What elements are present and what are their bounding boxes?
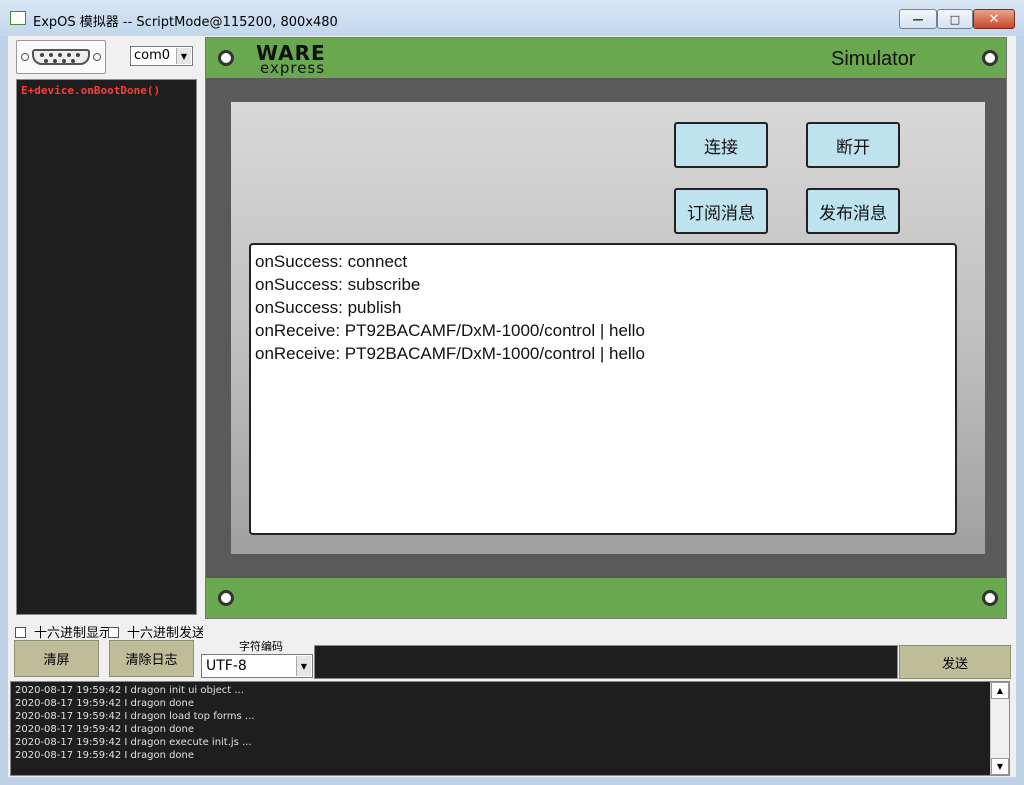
device-screen: 连接 断开 订阅消息 发布消息 onSuccess: connect onSuc… <box>231 102 985 554</box>
connect-button[interactable]: 连接 <box>674 122 768 168</box>
send-button[interactable]: 发送 <box>899 645 1011 679</box>
client-area: com0 ▼ E+device.onBootDone() 十六进制显示 十六进制… <box>8 36 1016 777</box>
publish-button[interactable]: 发布消息 <box>806 188 900 234</box>
message-log-area[interactable]: onSuccess: connect onSuccess: subscribe … <box>249 243 957 535</box>
encoding-value: UTF-8 <box>206 658 247 674</box>
hex-display-checkbox[interactable]: 十六进制显示 <box>15 622 110 640</box>
mount-hole-icon <box>218 590 234 606</box>
simulator-frame: WARE express Simulator 连接 断开 订阅消息 发布消息 o… <box>205 37 1007 619</box>
hex-send-label: 十六进制发送 <box>127 626 203 640</box>
scroll-up-icon[interactable]: ▲ <box>991 682 1009 699</box>
checkbox-box[interactable] <box>15 627 26 638</box>
ware-express-logo: WARE express <box>256 41 326 77</box>
checkbox-box[interactable] <box>108 627 119 638</box>
message-log-line: onSuccess: subscribe <box>255 275 421 294</box>
chevron-down-icon[interactable]: ▼ <box>176 48 191 64</box>
hex-send-checkbox[interactable]: 十六进制发送 <box>108 622 203 640</box>
chevron-down-icon[interactable]: ▼ <box>296 656 311 676</box>
scroll-down-icon[interactable]: ▼ <box>991 758 1009 775</box>
clear-log-button[interactable]: 清除日志 <box>109 640 194 677</box>
subscribe-button[interactable]: 订阅消息 <box>674 188 768 234</box>
message-log-line: onSuccess: connect <box>255 252 408 271</box>
system-log-line: 2020-08-17 19:59:42 I dragon load top fo… <box>15 711 255 722</box>
disconnect-button[interactable]: 断开 <box>806 122 900 168</box>
encoding-select[interactable]: UTF-8 ▼ <box>201 654 313 678</box>
mount-hole-icon <box>982 590 998 606</box>
serial-console[interactable]: E+device.onBootDone() <box>16 79 197 615</box>
system-log-line: 2020-08-17 19:59:42 I dragon execute ini… <box>15 737 252 748</box>
console-line: E+device.onBootDone() <box>21 84 161 97</box>
simulator-title: Simulator <box>831 48 916 70</box>
port-screw-left <box>21 53 29 61</box>
db9-connector <box>32 49 90 65</box>
send-input[interactable] <box>314 645 898 679</box>
app-icon <box>10 11 26 25</box>
system-log[interactable]: 2020-08-17 19:59:42 I dragon init ui obj… <box>10 681 1010 776</box>
com-port-select[interactable]: com0 ▼ <box>130 46 193 66</box>
window-title: ExpOS 模拟器 -- ScriptMode@115200, 800x480 <box>33 15 338 30</box>
port-screw-right <box>93 53 101 61</box>
mount-hole-icon <box>982 50 998 66</box>
system-log-line: 2020-08-17 19:59:42 I dragon done <box>15 698 195 709</box>
encoding-label: 字符编码 <box>239 640 283 653</box>
app-window: ExpOS 模拟器 -- ScriptMode@115200, 800x480 … <box>0 0 1024 785</box>
com-port-value: com0 <box>134 48 171 63</box>
simulator-top-bar: WARE express Simulator <box>206 38 1006 78</box>
message-log-line: onSuccess: publish <box>255 298 402 317</box>
close-button[interactable]: ✕ <box>973 9 1015 29</box>
close-icon: ✕ <box>988 11 1000 27</box>
clear-screen-button[interactable]: 清屏 <box>14 640 99 677</box>
maximize-button[interactable]: □ <box>937 9 973 29</box>
title-bar[interactable]: ExpOS 模拟器 -- ScriptMode@115200, 800x480 … <box>0 0 1024 36</box>
vertical-scrollbar[interactable]: ▲ ▼ <box>990 682 1009 775</box>
system-log-line: 2020-08-17 19:59:42 I dragon init ui obj… <box>15 685 244 696</box>
minimize-icon: — <box>912 12 924 26</box>
mount-hole-icon <box>218 50 234 66</box>
hex-display-label: 十六进制显示 <box>34 626 110 640</box>
serial-port-icon <box>16 40 106 74</box>
system-log-line: 2020-08-17 19:59:42 I dragon done <box>15 724 195 735</box>
message-log-line: onReceive: PT92BACAMF/DxM-1000/control |… <box>255 321 645 340</box>
simulator-bottom-bar <box>206 578 1006 618</box>
maximize-icon: □ <box>949 12 961 26</box>
message-log-line: onReceive: PT92BACAMF/DxM-1000/control |… <box>255 344 645 363</box>
minimize-button[interactable]: — <box>899 9 937 29</box>
system-log-line: 2020-08-17 19:59:42 I dragon done <box>15 750 195 761</box>
